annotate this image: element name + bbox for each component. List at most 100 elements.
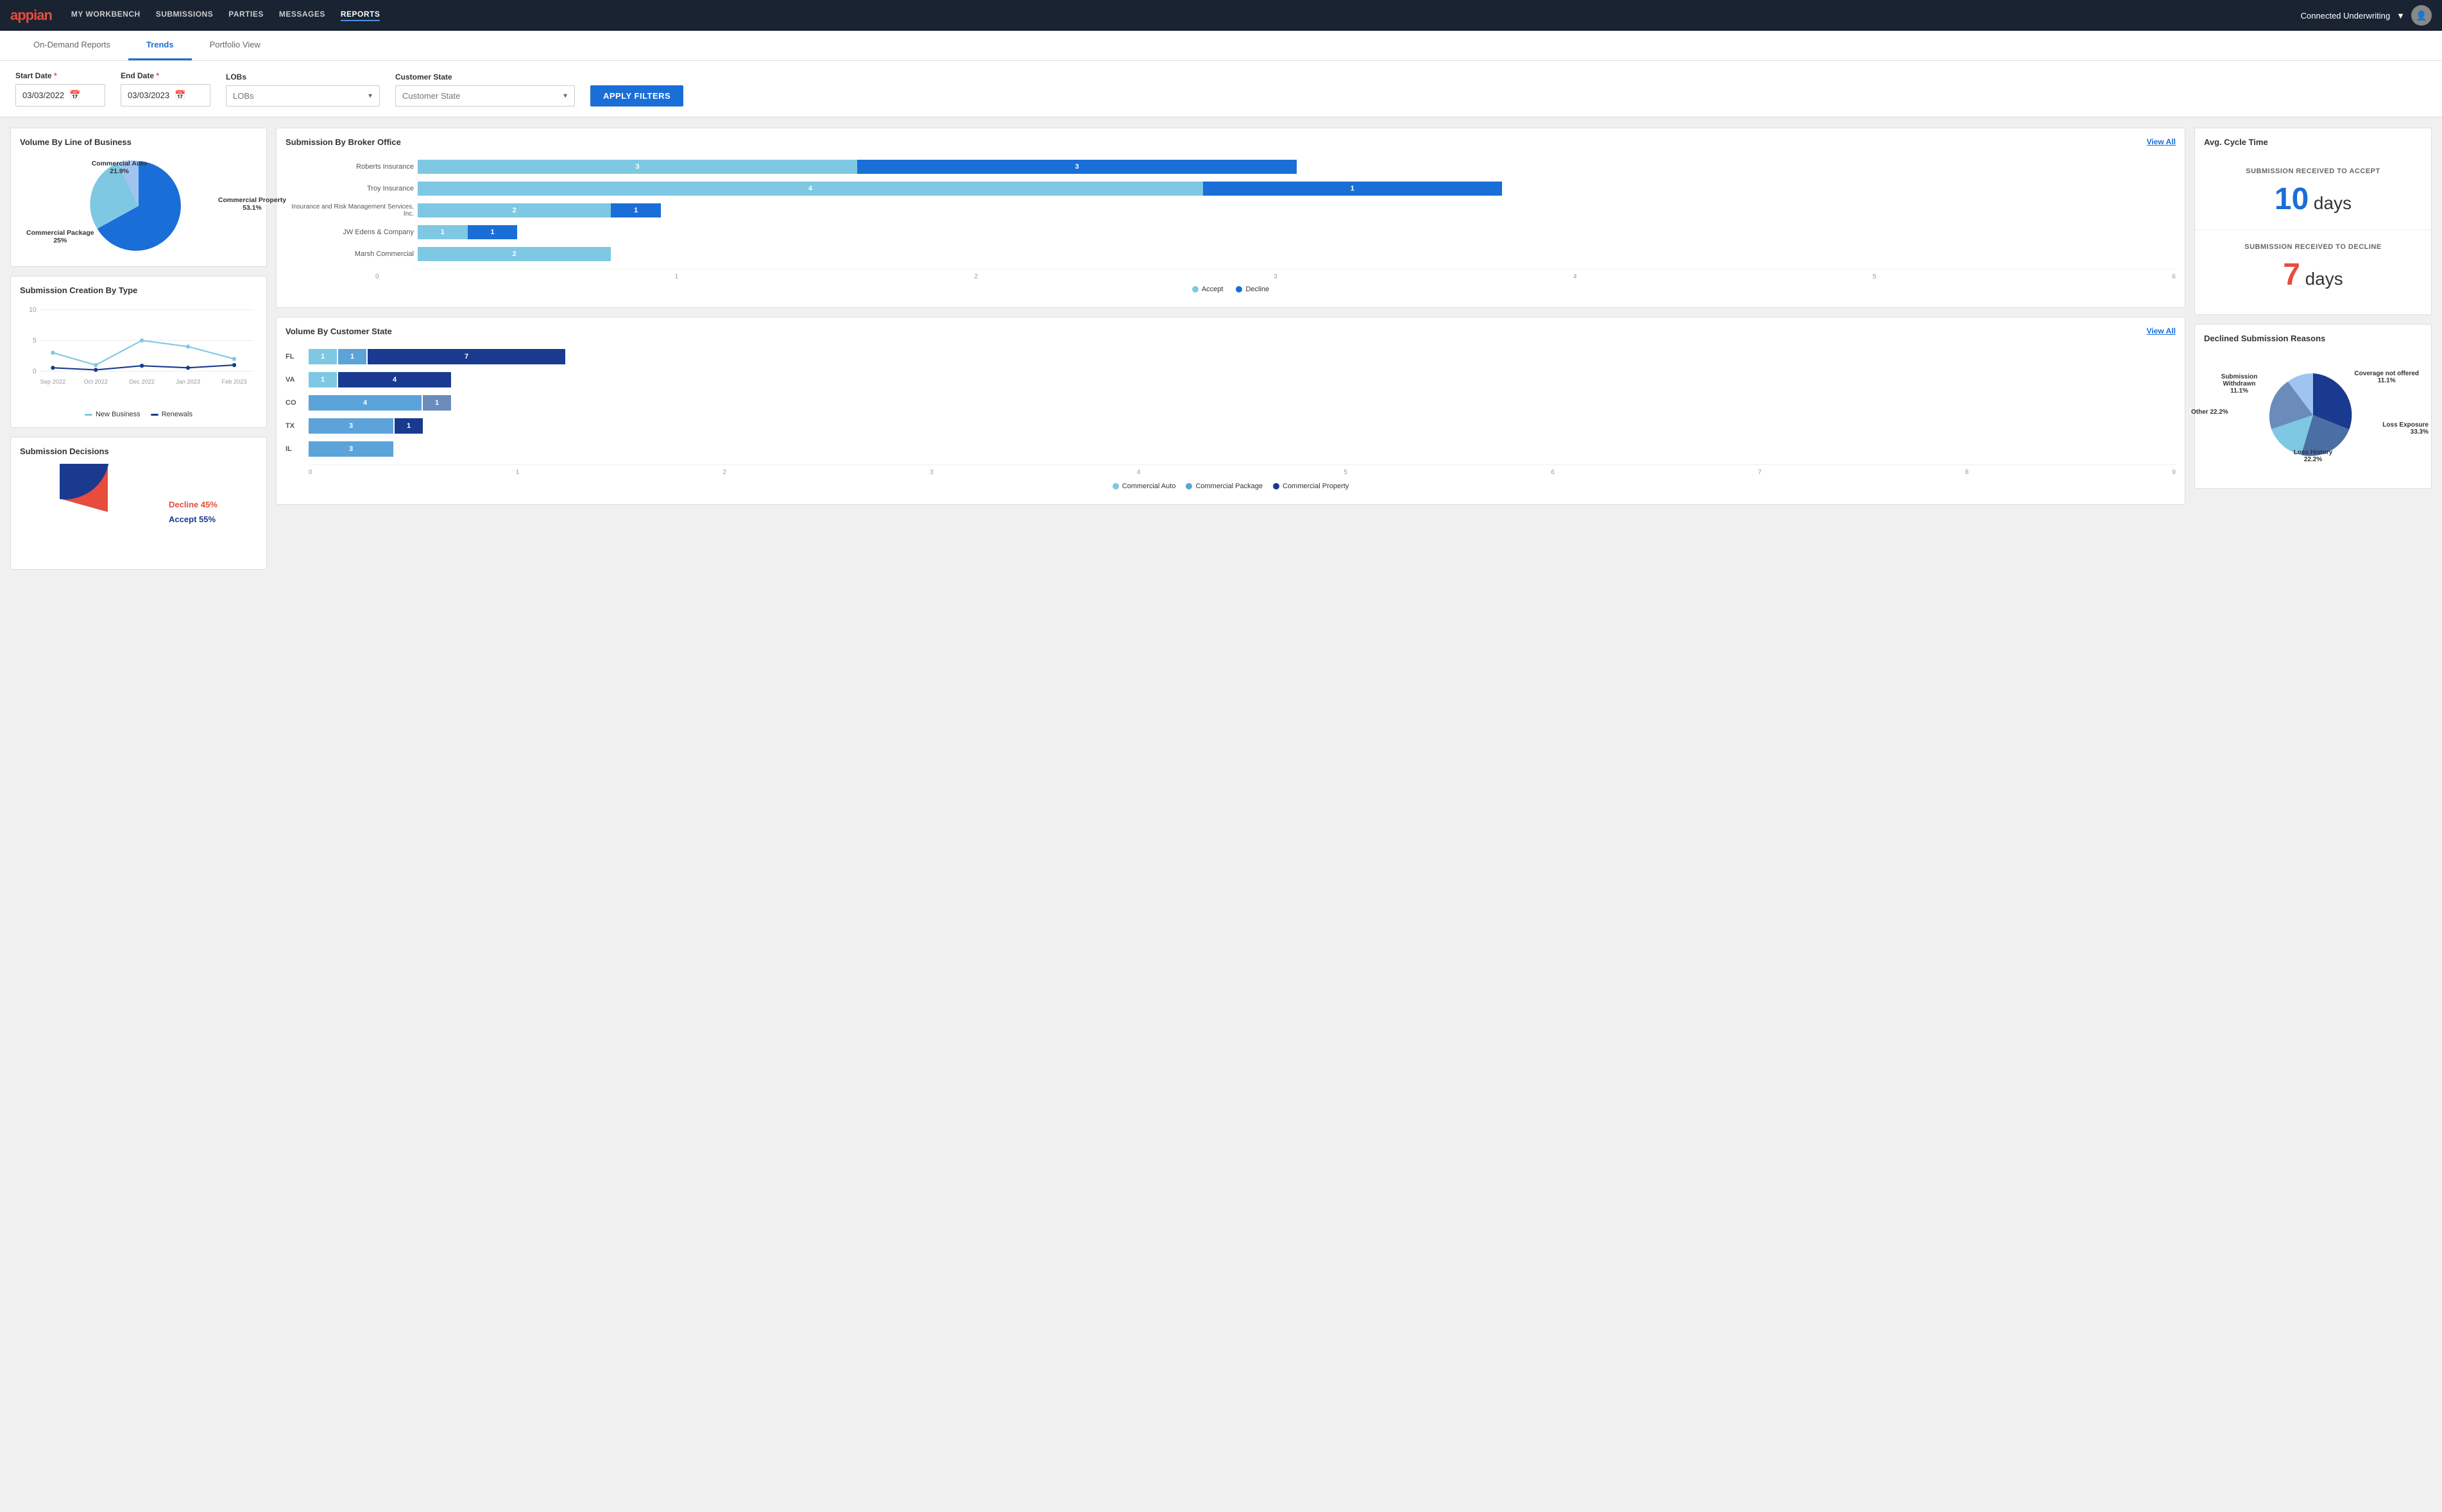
accept-cycle-label: SUBMISSION RECEIVED TO ACCEPT xyxy=(2213,167,2413,175)
submission-decisions-title: Submission Decisions xyxy=(20,446,257,456)
end-date-group: End Date * 03/03/2023 📅 xyxy=(121,71,210,106)
broker-name-3: JW Edens & Company xyxy=(286,228,414,236)
accept-label: Accept 55% xyxy=(169,514,218,524)
broker-accept-0: 3 xyxy=(418,160,857,174)
broker-accept-4: 2 xyxy=(418,247,611,261)
x1: 1 xyxy=(675,273,679,280)
submission-creation-chart: 10 5 0 Sep 2022 Oct 2022 Dec 2022 Jan 20… xyxy=(20,303,257,405)
avatar: 👤 xyxy=(2411,5,2432,26)
co-property: 1 xyxy=(423,395,451,411)
end-date-value: 03/03/2023 xyxy=(128,90,169,100)
broker-office-card: Submission By Broker Office View All Rob… xyxy=(276,128,2185,308)
submission-creation-card: Submission Creation By Type 10 5 0 Sep 2… xyxy=(10,276,267,428)
renewals-label: Renewals xyxy=(162,411,192,418)
start-date-input[interactable]: 03/03/2022 📅 xyxy=(15,84,105,106)
submission-decisions-card: Submission Decisions Decline 45% Accept … xyxy=(10,437,267,570)
state-co: CO xyxy=(286,399,305,407)
svg-text:5: 5 xyxy=(33,337,37,344)
nav-submissions[interactable]: SUBMISSIONS xyxy=(156,10,214,21)
decline-cycle-label: SUBMISSION RECEIVED TO DECLINE xyxy=(2213,243,2413,251)
nav-my-workbench[interactable]: MY WORKBENCH xyxy=(71,10,141,21)
decline-value-row: 7 days xyxy=(2213,257,2413,293)
tab-trends[interactable]: Trends xyxy=(128,31,192,60)
submission-withdrawn-label: Submission Withdrawn 11.1% xyxy=(2210,373,2268,395)
package-circle xyxy=(1186,483,1192,489)
state-fl: FL xyxy=(286,353,305,361)
package-legend: Commercial Package xyxy=(1186,482,1263,490)
renewals-legend: Renewals xyxy=(151,411,192,418)
svg-text:Sep 2022: Sep 2022 xyxy=(40,378,66,385)
broker-name-0: Roberts Insurance xyxy=(286,163,414,171)
dropdown-icon[interactable]: ▼ xyxy=(2396,11,2405,21)
auto-circle xyxy=(1113,483,1119,489)
avg-cycle-time-title: Avg. Cycle Time xyxy=(2204,137,2422,147)
decisions-labels: Decline 45% Accept 55% xyxy=(169,500,218,524)
declined-pie-area: Submission Withdrawn 11.1% Coverage not … xyxy=(2204,351,2422,479)
state-va: VA xyxy=(286,376,305,384)
submission-creation-title: Submission Creation By Type xyxy=(20,285,257,295)
broker-row-0: Roberts Insurance 3 3 xyxy=(286,160,2176,174)
calendar-icon2: 📅 xyxy=(175,90,185,101)
x6: 6 xyxy=(2172,273,2176,280)
submission-creation-legend: New Business Renewals xyxy=(20,411,257,418)
lobs-input[interactable] xyxy=(226,85,380,106)
accept-days-value: 10 xyxy=(2275,182,2309,216)
customer-state-card: Volume By Customer State View All FL 1 1… xyxy=(276,317,2185,505)
fl-property: 7 xyxy=(368,349,565,364)
decline-days-value: 7 xyxy=(2283,258,2300,292)
tab-on-demand-reports[interactable]: On-Demand Reports xyxy=(15,31,128,60)
il-track: 3 xyxy=(309,441,2176,457)
va-auto: 1 xyxy=(309,372,337,387)
broker-row-3: JW Edens & Company 1 1 xyxy=(286,225,2176,239)
svg-text:Oct 2022: Oct 2022 xyxy=(83,378,107,385)
broker-accept-legend: Accept xyxy=(1192,285,1224,293)
broker-row-2: Insurance and Risk Management Services, … xyxy=(286,203,2176,217)
fl-package: 1 xyxy=(338,349,366,364)
declined-pie-svg xyxy=(2265,357,2361,473)
end-date-label: End Date * xyxy=(121,71,210,80)
broker-view-all[interactable]: View All xyxy=(2147,137,2176,146)
nav-reports[interactable]: REPORTS xyxy=(341,10,380,21)
volume-by-lob-card: Volume By Line of Business Commercial Au… xyxy=(10,128,267,267)
start-date-label: Start Date * xyxy=(15,71,105,80)
user-area: Connected Underwriting ▼ 👤 xyxy=(2301,5,2432,26)
accept-legend-label: Accept xyxy=(1202,285,1224,293)
end-date-input[interactable]: 03/03/2023 📅 xyxy=(121,84,210,106)
state-tx: TX xyxy=(286,422,305,430)
svg-text:Jan 2023: Jan 2023 xyxy=(176,378,200,385)
decline-circle xyxy=(1236,286,1242,293)
calendar-icon: 📅 xyxy=(69,90,80,101)
nav-parties[interactable]: PARTIES xyxy=(228,10,264,21)
declined-reasons-card: Declined Submission Reasons xyxy=(2194,324,2432,489)
customer-state-input[interactable] xyxy=(395,85,575,106)
tx-track: 3 1 xyxy=(309,418,2176,434)
broker-x-labels: 0 1 2 3 4 5 6 xyxy=(286,273,2176,280)
top-nav: appian MY WORKBENCH SUBMISSIONS PARTIES … xyxy=(0,0,2442,31)
tab-portfolio-view[interactable]: Portfolio View xyxy=(192,31,278,60)
state-row-co: CO 4 1 xyxy=(286,395,2176,411)
customer-state-wrapper xyxy=(395,85,575,106)
broker-decline-legend: Decline xyxy=(1236,285,1269,293)
broker-row-1: Troy Insurance 4 1 xyxy=(286,182,2176,196)
customer-state-label: Customer State xyxy=(395,72,575,81)
svg-text:Feb 2023: Feb 2023 xyxy=(222,378,247,385)
co-package: 4 xyxy=(309,395,422,411)
new-business-label: New Business xyxy=(96,411,141,418)
broker-bar-chart: Roberts Insurance 3 3 Troy Insurance 4 1 xyxy=(286,155,2176,298)
app-logo: appian xyxy=(10,7,52,24)
commercial-package-label: Commercial Package 25% xyxy=(26,229,94,244)
right-column: Avg. Cycle Time SUBMISSION RECEIVED TO A… xyxy=(2194,128,2432,570)
broker-accept-2: 2 xyxy=(418,203,611,217)
svg-text:10: 10 xyxy=(29,307,37,314)
broker-legend: Accept Decline xyxy=(286,285,2176,293)
nav-messages[interactable]: MESSAGES xyxy=(279,10,325,21)
fl-auto: 1 xyxy=(309,349,337,364)
nav-links: MY WORKBENCH SUBMISSIONS PARTIES MESSAGE… xyxy=(71,10,2301,21)
lobs-group: LOBs xyxy=(226,72,380,106)
customer-state-chart: FL 1 1 7 VA 1 4 CO xyxy=(286,344,2176,495)
decline-days-unit: days xyxy=(2305,269,2343,289)
volume-by-lob-title: Volume By Line of Business xyxy=(20,137,257,147)
broker-accept-1: 4 xyxy=(418,182,1203,196)
customer-state-view-all[interactable]: View All xyxy=(2147,327,2176,336)
apply-filters-button[interactable]: APPLY FILTERS xyxy=(590,85,683,106)
